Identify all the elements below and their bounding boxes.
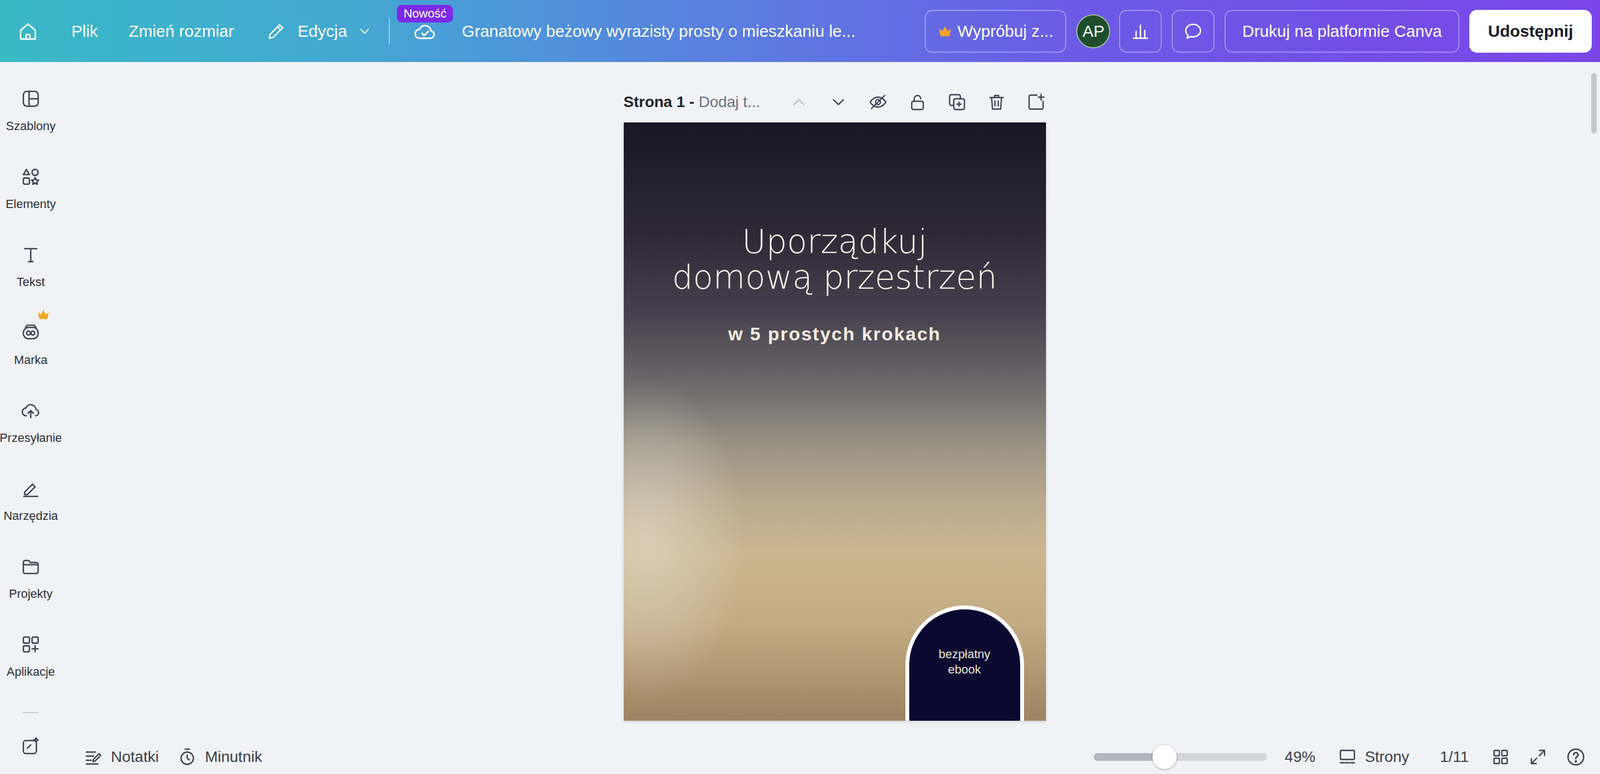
page-header: Strona 1 - Dodaj t... — [623, 91, 1046, 114]
pages-button[interactable]: Strony — [1337, 747, 1410, 768]
sidebar-item-icon — [20, 322, 42, 344]
duplicate-icon[interactable] — [947, 92, 967, 113]
sidebar: Szablony Elementy Tekst Marka Przesyłanie Nar… — [0, 62, 62, 774]
sidebar-label: Narzędzia — [3, 508, 58, 524]
home-icon[interactable] — [17, 20, 39, 43]
chevron-down-icon — [356, 23, 373, 39]
save-status[interactable]: Nowość — [412, 19, 438, 44]
comment-icon — [1182, 20, 1204, 42]
page-title-line[interactable]: Uporządkuj — [741, 224, 927, 260]
sidebar-label: Elementy — [5, 197, 57, 212]
trash-icon[interactable] — [986, 92, 1007, 113]
fullscreen-icon[interactable] — [1528, 747, 1548, 768]
sidebar-item[interactable]: Marka — [13, 322, 48, 368]
canva-editor: Plik Zmień rozmiar Edycja Nowość Granato… — [0, 0, 1600, 774]
zoom-slider[interactable] — [1093, 753, 1268, 762]
grid-view-icon[interactable] — [1490, 747, 1511, 768]
sidebar-separator — [23, 712, 39, 714]
brand-icon — [20, 322, 42, 344]
insights-button[interactable] — [1119, 9, 1162, 53]
page-count: 1/11 — [1440, 748, 1469, 766]
canvas-area: Strona 1 - Dodaj t... Uporządkuj d — [61, 62, 1600, 740]
scrollbar[interactable] — [1591, 73, 1597, 134]
magic-tools[interactable] — [20, 736, 42, 760]
sidebar-item-icon — [20, 166, 42, 188]
sidebar-item-icon — [20, 88, 42, 110]
sidebar-item-icon — [20, 634, 42, 656]
page-number: Strona 1 - — [623, 93, 695, 111]
bar-chart-icon — [1129, 20, 1151, 42]
edit-label: Edycja — [297, 21, 348, 41]
crown-icon — [937, 25, 953, 38]
edit-menu[interactable]: Edycja — [265, 20, 373, 42]
zoom-knob[interactable] — [1152, 745, 1177, 770]
notes-button[interactable]: Notatki — [83, 747, 159, 768]
print-button[interactable]: Drukuj na platformie Canva — [1224, 9, 1460, 53]
text-icon — [20, 244, 42, 266]
sidebar-label: Tekst — [16, 275, 45, 290]
help-icon[interactable] — [1565, 746, 1587, 768]
new-badge: Nowość — [396, 4, 453, 23]
sidebar-item-icon — [20, 244, 42, 266]
upload-icon — [20, 400, 42, 422]
zoom-reading[interactable]: 49% — [1284, 748, 1316, 766]
sidebar-label: Aplikacje — [6, 664, 55, 680]
user-avatar[interactable]: AP — [1076, 14, 1111, 49]
pages-icon — [1337, 747, 1358, 768]
templates-icon — [20, 88, 42, 110]
resize-menu[interactable]: Zmień rozmiar — [128, 21, 234, 41]
lock-icon[interactable] — [907, 92, 928, 113]
sidebar-item[interactable]: Elementy — [5, 166, 57, 212]
page-title-field[interactable]: Dodaj t... — [698, 93, 760, 111]
sidebar-item[interactable]: Projekty — [8, 556, 53, 602]
magic-icon — [20, 736, 42, 758]
sidebar-label: Szablony — [6, 119, 57, 134]
sidebar-label: Przesyłanie — [0, 431, 62, 446]
bottom-bar: Notatki Minutnik 49% Strony 1/11 — [61, 739, 1600, 774]
elements-icon — [20, 166, 42, 188]
pencil-icon — [265, 20, 287, 42]
notes-icon — [83, 747, 104, 768]
sidebar-item-icon — [20, 400, 42, 422]
add-page-icon[interactable] — [1026, 92, 1046, 113]
sidebar-item[interactable]: Przesyłanie — [0, 400, 62, 446]
share-button[interactable]: Udostępnij — [1469, 9, 1592, 53]
crown-icon — [36, 309, 50, 321]
cloud-check-icon — [412, 19, 438, 44]
sidebar-label: Projekty — [8, 586, 53, 602]
sidebar-label: Marka — [13, 353, 48, 368]
sidebar-item-icon — [20, 478, 42, 500]
sidebar-item-icon — [20, 556, 42, 578]
sidebar-item[interactable]: Aplikacje — [6, 634, 55, 680]
page-subtitle[interactable]: w 5 prostych krokach — [728, 321, 942, 346]
sidebar-item[interactable]: Szablony — [6, 88, 57, 134]
top-bar: Plik Zmień rozmiar Edycja Nowość Granato… — [0, 0, 1600, 63]
ebook-badge[interactable]: bezpłatny ebook — [905, 605, 1025, 721]
tools-icon — [20, 478, 42, 500]
page-title-line[interactable]: domową przestrzeń — [672, 259, 998, 296]
folder-icon — [20, 556, 42, 578]
file-menu[interactable]: Plik — [71, 21, 98, 41]
apps-icon — [20, 634, 42, 656]
timer-icon — [177, 747, 198, 768]
timer-button[interactable]: Minutnik — [177, 747, 262, 768]
chevron-up-icon[interactable] — [789, 92, 809, 113]
sidebar-item[interactable]: Tekst — [16, 244, 45, 290]
chevron-down-icon[interactable] — [828, 92, 849, 113]
trial-button[interactable]: Wypróbuj z... — [924, 9, 1067, 53]
comments-button[interactable] — [1171, 9, 1215, 53]
eye-slash-icon[interactable] — [868, 92, 888, 113]
design-title[interactable]: Granatowy beżowy wyrazisty prosty o mies… — [461, 21, 856, 41]
divider — [388, 18, 390, 45]
design-page[interactable]: Uporządkuj domową przestrzeń w 5 prostyc… — [623, 122, 1046, 721]
sidebar-item[interactable]: Narzędzia — [3, 478, 58, 524]
